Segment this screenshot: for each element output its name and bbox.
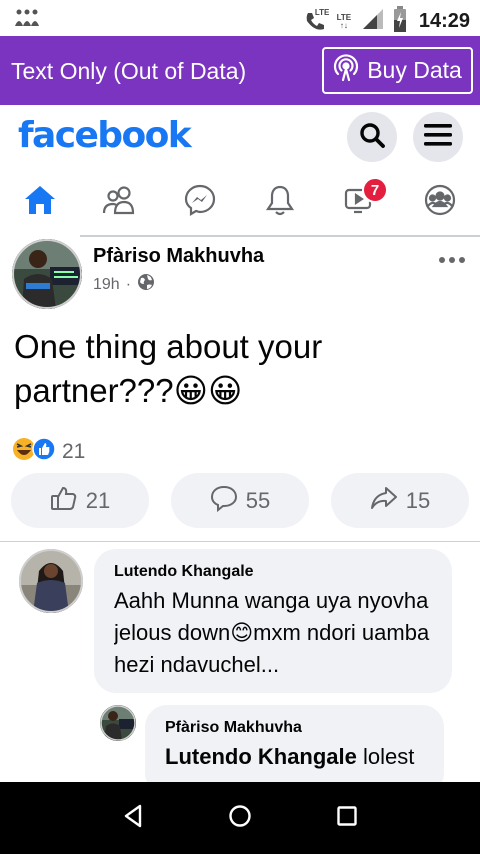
comment-icon — [210, 484, 238, 518]
tab-notifications[interactable] — [240, 169, 320, 235]
reply-body: lolest — [356, 744, 415, 769]
share-icon — [370, 484, 398, 518]
like-button[interactable]: 21 — [11, 473, 149, 528]
home-circle-icon[interactable] — [228, 804, 252, 833]
comment-bubble[interactable]: Lutendo Khangale Aahh Munna wanga uya ny… — [94, 549, 452, 693]
status-bar: LTE LTE ↑↓ 14:29 — [0, 0, 480, 36]
reply-avatar[interactable] — [100, 705, 136, 741]
hamburger-icon — [424, 123, 452, 152]
app-header: facebook — [0, 105, 480, 169]
meta-separator: · — [125, 275, 132, 293]
data-mode-text: Text Only (Out of Data) — [11, 58, 247, 84]
tab-messenger[interactable] — [160, 169, 240, 235]
search-icon — [359, 122, 385, 153]
main-nav: 7 — [0, 169, 480, 237]
post-author-name[interactable]: Pfàriso Makhuvha — [93, 245, 264, 268]
tab-groups[interactable] — [400, 169, 480, 235]
friends-icon — [102, 185, 138, 220]
comment-count: 55 — [245, 487, 271, 513]
reply-mention[interactable]: Lutendo Khangale — [165, 744, 357, 769]
tab-watch[interactable]: 7 — [320, 169, 400, 235]
status-time: 14:29 — [418, 10, 470, 32]
watch-badge: 7 — [362, 177, 388, 203]
home-icon — [23, 184, 57, 221]
battery-icon — [393, 6, 407, 37]
buy-data-button[interactable]: Buy Data — [322, 47, 473, 94]
share-count: 15 — [405, 487, 431, 513]
share-button[interactable]: 15 — [331, 473, 469, 528]
recents-icon[interactable] — [336, 805, 358, 832]
search-button[interactable] — [347, 112, 397, 162]
thumbs-up-icon — [50, 484, 78, 518]
like-count: 21 — [85, 487, 111, 513]
tab-home[interactable] — [0, 169, 80, 237]
reaction-summary[interactable]: 21 — [12, 437, 85, 466]
bell-icon — [265, 183, 295, 222]
wifi-call-icon: LTE — [303, 7, 330, 34]
broadcast-icon — [333, 53, 359, 88]
menu-button[interactable] — [413, 112, 463, 162]
comment-avatar[interactable] — [19, 549, 83, 613]
comment-button[interactable]: 55 — [171, 473, 309, 528]
back-icon[interactable] — [122, 804, 144, 833]
post-author-avatar[interactable] — [12, 239, 82, 309]
reaction-count: 21 — [62, 439, 86, 463]
reply-author[interactable]: Pfàriso Makhuvha — [165, 719, 424, 737]
system-nav-bar — [0, 782, 480, 854]
comment-text: Aahh Munna wanga uya nyovha jelous down😊… — [114, 588, 430, 677]
signal-icon — [361, 7, 385, 36]
tab-friends[interactable] — [80, 169, 160, 235]
comment-author[interactable]: Lutendo Khangale — [114, 563, 432, 581]
buy-data-label: Buy Data — [367, 57, 462, 83]
network-label-1: LTE — [314, 7, 330, 17]
data-mode-banner: Text Only (Out of Data) Buy Data — [0, 36, 480, 105]
app-notification-icon — [14, 8, 40, 33]
reply-text: Lutendo Khangale lolest — [165, 741, 424, 773]
like-reaction-icon — [32, 437, 56, 466]
post-body-text: One thing about your partner???😀😀 — [14, 328, 323, 409]
post-meta: 19h · — [93, 273, 155, 296]
lte-indicator: LTE ↑↓ — [336, 12, 352, 30]
messenger-icon — [183, 183, 217, 222]
post-time[interactable]: 19h — [93, 276, 120, 294]
facebook-logo[interactable]: facebook — [18, 115, 192, 156]
groups-icon — [423, 183, 457, 222]
globe-icon — [137, 273, 155, 296]
more-icon — [438, 251, 466, 268]
post-options-button[interactable] — [438, 251, 466, 269]
divider — [0, 541, 480, 542]
